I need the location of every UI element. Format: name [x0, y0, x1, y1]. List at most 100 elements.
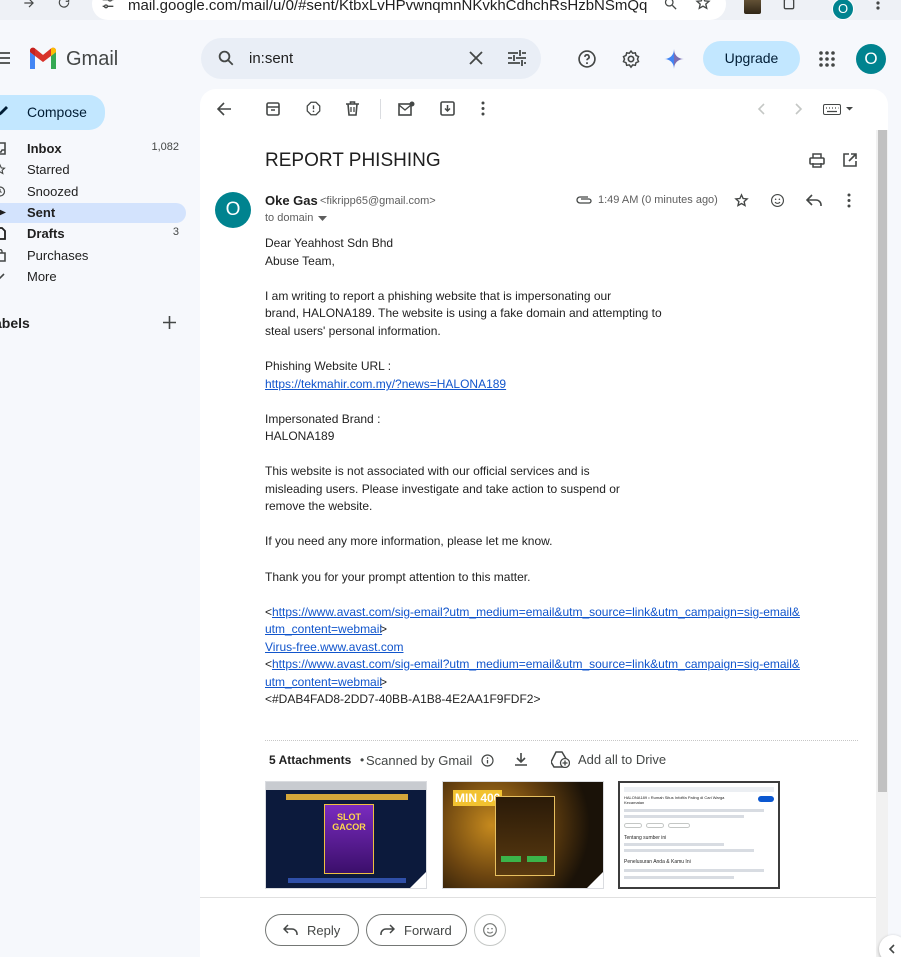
print-icon[interactable] [809, 153, 825, 168]
avast-link-2-cont[interactable]: utm_content=webmail [265, 675, 382, 689]
virus-free-link[interactable]: Virus-free.www.avast.com [265, 640, 404, 654]
scrollbar-thumb[interactable] [878, 130, 887, 792]
phishing-url-link[interactable]: https://tekmahir.com.my/?news=HALONA189 [265, 377, 506, 391]
add-all-to-drive[interactable]: Add all to Drive [578, 752, 666, 767]
search-icon[interactable] [217, 49, 235, 67]
star-icon[interactable] [734, 193, 749, 208]
search-options-icon[interactable] [508, 50, 526, 66]
more-options-icon[interactable] [846, 193, 852, 208]
thumb-chip [624, 823, 642, 828]
sender-avatar[interactable]: O [215, 192, 251, 228]
clock-icon [0, 185, 6, 198]
sidebar-item-more[interactable]: More [0, 267, 186, 287]
forward-button[interactable]: Forward [366, 914, 467, 946]
input-tools-keyboard-icon[interactable] [823, 104, 855, 115]
attachments-count: 5 Attachments [269, 753, 352, 767]
avast-link-1-cont[interactable]: utm_content=webmail [265, 622, 382, 636]
thumb-section: Tentang sumber ini [624, 835, 667, 841]
thumb-line [624, 876, 734, 879]
gemini-sparkle-icon[interactable] [664, 49, 684, 69]
archive-icon[interactable] [266, 102, 280, 116]
thumb-line [624, 849, 754, 852]
info-icon[interactable] [481, 754, 494, 767]
download-all-icon[interactable] [514, 752, 528, 767]
extensions-puzzle-icon[interactable] [781, 0, 797, 12]
email-subject: REPORT PHISHING [265, 150, 441, 171]
sidebar-item-sent[interactable]: Sent [0, 203, 186, 223]
sidebar-item-drafts[interactable]: Drafts 3 [0, 224, 186, 244]
attachment-thumbnail-1[interactable]: SLOT GACOR [265, 781, 427, 889]
reply-button[interactable]: Reply [265, 914, 359, 946]
body-text: Impersonated Brand : [265, 412, 381, 426]
upgrade-button[interactable]: Upgrade [703, 41, 800, 76]
details-dropdown-icon[interactable] [318, 216, 327, 222]
more-actions-icon[interactable] [480, 101, 486, 116]
open-in-new-window-icon[interactable] [843, 153, 857, 167]
browser-menu-icon[interactable] [872, 0, 884, 11]
older-chevron-icon[interactable] [794, 103, 803, 115]
body-text: This website is not associated with our … [265, 464, 590, 478]
sidebar-item-snoozed[interactable]: Snoozed [0, 182, 186, 202]
thumb-text: SLOT GACOR [332, 812, 366, 832]
sidebar-item-starred[interactable]: Starred [0, 160, 186, 180]
main-menu-icon[interactable] [0, 51, 10, 65]
thumb-poster [495, 796, 555, 876]
attachments-divider [265, 740, 858, 741]
settings-gear-icon[interactable] [621, 49, 641, 69]
reply-icon[interactable] [806, 194, 822, 207]
newer-chevron-icon[interactable] [757, 103, 766, 115]
url-text[interactable]: mail.google.com/mail/u/0/#sent/KtbxLvHPv… [128, 0, 647, 14]
emoji-react-button[interactable] [474, 914, 506, 946]
thumb-footer [288, 878, 406, 883]
apps-grid-icon[interactable] [819, 51, 835, 67]
body-text: brand, HALONA189. The website is using a… [265, 306, 662, 320]
delete-trash-icon[interactable] [346, 101, 359, 116]
clear-search-icon[interactable] [469, 51, 483, 65]
side-panel-toggle[interactable] [879, 935, 901, 957]
thumb-line [624, 843, 724, 846]
recipient-details[interactable]: to domain [265, 212, 313, 224]
mark-unread-icon[interactable] [398, 101, 415, 116]
report-spam-icon[interactable] [306, 101, 321, 116]
attachment-thumbnail-2[interactable]: MIN 400 [442, 781, 604, 889]
thumb-line [624, 869, 764, 872]
help-icon[interactable] [577, 49, 597, 69]
thumb-banner [286, 794, 408, 800]
actions-divider [200, 897, 876, 898]
sidebar-item-inbox[interactable]: Inbox 1,082 [0, 139, 186, 159]
reload-icon[interactable] [57, 0, 71, 10]
attachment-thumbnail-3[interactable]: HALONA189 • Rumah Situs Infofifa Paling … [618, 781, 780, 889]
add-label-icon[interactable] [163, 316, 176, 329]
emoji-reaction-icon[interactable] [770, 193, 785, 208]
chevron-left-icon [888, 944, 896, 954]
body-text: Dear Yeahhost Sdn Bhd [265, 236, 394, 250]
move-to-icon[interactable] [440, 101, 455, 116]
add-to-drive-icon[interactable] [551, 751, 570, 768]
thumb-fold [761, 870, 778, 887]
thumb-line [624, 809, 764, 812]
body-text: Phishing Website URL : [265, 359, 392, 373]
back-arrow-icon[interactable] [217, 102, 231, 116]
app-name[interactable]: Gmail [66, 48, 118, 71]
extension-icon[interactable] [744, 0, 761, 14]
thumb-browser-bar [266, 782, 426, 790]
avast-link-2[interactable]: https://www.avast.com/sig-email?utm_medi… [272, 657, 800, 671]
zoom-icon[interactable] [663, 0, 678, 11]
sidebar-item-label: Snoozed [27, 184, 79, 199]
sidebar-item-label: More [27, 269, 57, 284]
account-avatar[interactable]: O [856, 44, 886, 74]
labels-heading: abels [0, 315, 30, 331]
avast-link-1[interactable]: https://www.avast.com/sig-email?utm_medi… [272, 605, 800, 619]
send-icon [0, 206, 6, 219]
search-input[interactable]: in:sent [249, 50, 293, 67]
thumb-fold [409, 871, 426, 888]
site-settings-icon[interactable] [100, 0, 116, 11]
sender-name[interactable]: Oke Gas [265, 193, 318, 208]
bookmark-star-icon[interactable] [695, 0, 711, 11]
sender-email: <fikripp65@gmail.com> [320, 195, 436, 207]
sidebar-item-purchases[interactable]: Purchases [0, 246, 186, 266]
thumb-header [624, 787, 774, 792]
gmail-logo-icon[interactable] [28, 47, 58, 70]
forward-arrow-icon[interactable] [22, 0, 36, 10]
reply-icon [283, 924, 298, 936]
